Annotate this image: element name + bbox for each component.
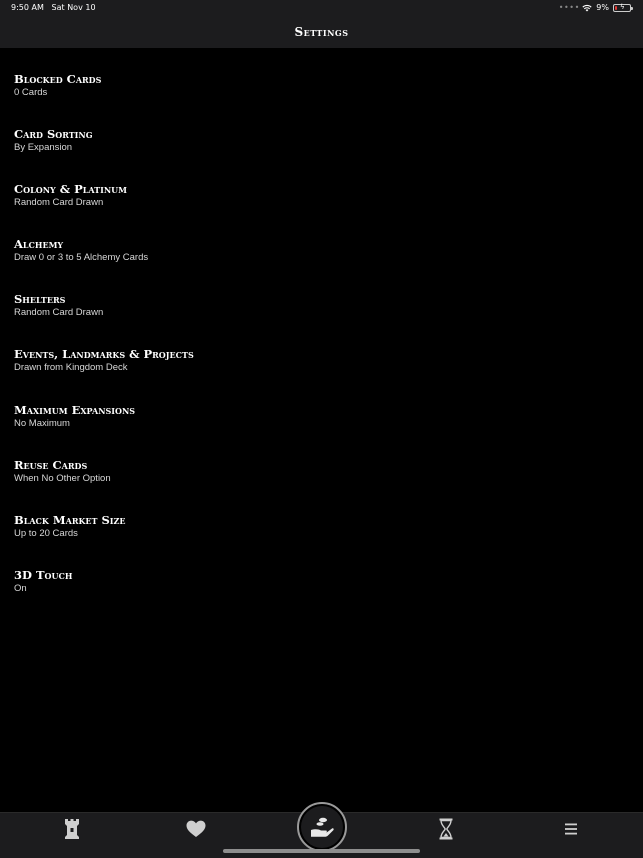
setting-maximum-expansions[interactable]: Maximum Expansions No Maximum (14, 403, 614, 443)
status-indicators: • • • • 9% ϟ (558, 2, 633, 12)
status-date: Sat Nov 10 (51, 3, 96, 12)
setting-reuse-cards[interactable]: Reuse Cards When No Other Option (14, 458, 614, 498)
tab-draw-cards[interactable] (297, 802, 347, 852)
setting-blocked-cards[interactable]: Blocked Cards 0 Cards (14, 72, 614, 112)
setting-title: Black Market Size (14, 513, 126, 527)
setting-value: Random Card Drawn (14, 197, 104, 208)
setting-title: Blocked Cards (14, 72, 102, 86)
tab-menu[interactable] (551, 816, 591, 842)
setting-title: Alchemy (14, 237, 64, 251)
battery-percent: 9% (596, 3, 609, 12)
setting-value: Draw 0 or 3 to 5 Alchemy Cards (14, 252, 149, 263)
setting-value: No Maximum (14, 418, 70, 429)
home-indicator[interactable] (223, 849, 420, 853)
heart-icon (186, 820, 206, 837)
status-bar: 9:50 AM Sat Nov 10 • • • • 9% ϟ (0, 0, 643, 16)
setting-3d-touch[interactable]: 3D Touch On (14, 568, 614, 608)
setting-events-landmarks-projects[interactable]: Events, Landmarks & Projects Drawn from … (14, 347, 614, 387)
menu-icon (565, 823, 577, 835)
setting-colony-platinum[interactable]: Colony & Platinum Random Card Drawn (14, 182, 614, 222)
setting-shelters[interactable]: Shelters Random Card Drawn (14, 292, 614, 332)
setting-value: On (14, 583, 27, 594)
hand-coin-icon (311, 817, 334, 837)
tower-icon (65, 819, 79, 839)
setting-value: When No Other Option (14, 473, 111, 484)
setting-black-market-size[interactable]: Black Market Size Up to 20 Cards (14, 513, 614, 553)
page-title: Settings (294, 25, 349, 39)
setting-alchemy[interactable]: Alchemy Draw 0 or 3 to 5 Alchemy Cards (14, 237, 614, 277)
cellular-dots-icon: • • • • (558, 3, 579, 12)
setting-value: Up to 20 Cards (14, 528, 78, 539)
wifi-icon (582, 4, 592, 11)
setting-title: Events, Landmarks & Projects (14, 347, 194, 361)
navigation-bar: Settings (0, 16, 643, 48)
hourglass-icon (439, 818, 453, 840)
charging-bolt-icon: ϟ (620, 2, 625, 11)
status-time-date: 9:50 AM Sat Nov 10 (11, 3, 96, 12)
setting-title: Card Sorting (14, 127, 93, 141)
setting-card-sorting[interactable]: Card Sorting By Expansion (14, 127, 614, 167)
setting-title: Maximum Expansions (14, 403, 136, 417)
setting-value: By Expansion (14, 142, 73, 153)
setting-title: Reuse Cards (14, 458, 88, 472)
battery-fill (615, 5, 617, 10)
tab-favorites[interactable] (176, 816, 216, 842)
tab-history[interactable] (426, 816, 466, 842)
status-time: 9:50 AM (11, 3, 44, 12)
setting-value: 0 Cards (14, 87, 48, 98)
setting-value: Random Card Drawn (14, 307, 104, 318)
setting-title: Colony & Platinum (14, 182, 128, 196)
tab-kingdom[interactable] (52, 816, 92, 842)
battery-icon: ϟ (613, 2, 633, 12)
setting-title: Shelters (14, 292, 66, 306)
setting-value: Drawn from Kingdom Deck (14, 362, 128, 373)
setting-title: 3D Touch (14, 568, 73, 582)
